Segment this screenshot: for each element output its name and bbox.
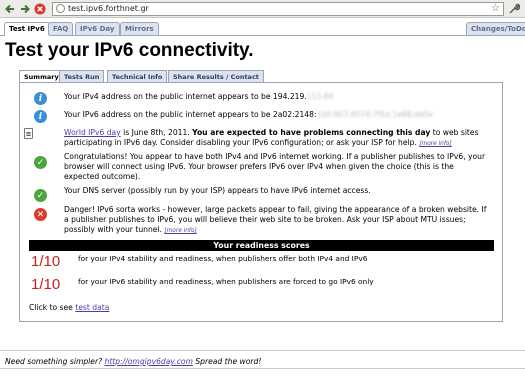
tools-icon[interactable] [506,2,522,16]
ipv4-label: Your IPv4 address on the public internet… [64,92,307,101]
ipv6-day-text: World IPv6 day is June 8th, 2011. You ar… [64,128,488,149]
ipv4-hidden: 113.84 [306,92,334,101]
info-icon: i [34,92,47,105]
danger-message: Danger! IPv6 sorta works - however, larg… [64,205,487,234]
tab-ipv6-day[interactable]: IPv6 Day [75,22,120,35]
more-info-link[interactable]: [more info] [419,141,451,147]
test-data-line: Click to see test data [29,303,109,312]
ipv6-day-date: is June 8th, 2011. [120,128,193,137]
tab-tests-run[interactable]: Tests Run [59,70,105,82]
ipv6-text: Your IPv6 address on the public internet… [64,110,488,120]
page-title: Test your IPv6 connectivity. [5,40,254,61]
tab-mirrors[interactable]: Mirrors [120,22,159,35]
site-nav-tabs: Test IPv6 FAQ IPv6 Day Mirrors Changes/T… [0,19,525,36]
tab-technical-info[interactable]: Technical Info [107,70,168,82]
page-icon [56,4,65,13]
ipv4-text: Your IPv4 address on the public internet… [64,92,488,102]
url-text[interactable]: test.ipv6.forthnet.gr [68,4,491,13]
test-data-link[interactable]: test data [75,303,109,312]
back-arrow-icon[interactable] [3,2,17,16]
congrats-text: Congratulations! You appear to have both… [64,152,486,181]
bookmark-star-icon[interactable]: ☆ [491,3,500,14]
ipv4-score: 1/10 [31,253,61,270]
readiness-scores-header: Your readiness scores [29,240,494,251]
world-ipv6-day-link[interactable]: World IPv6 day [64,128,121,137]
browser-toolbar: test.ipv6.forthnet.gr ☆ [0,0,525,18]
stop-icon[interactable] [33,2,47,16]
footer: Need something simpler? http://omgipv6da… [0,350,525,367]
tab-faq[interactable]: FAQ [48,22,74,35]
ipv6-day-warning: You are expected to have problems connec… [192,128,431,137]
ipv6-hidden: 100:907:4574:7f5d:1e88:da5e [316,110,433,119]
ipv6-label: Your IPv6 address on the public internet… [64,110,317,119]
dns-text: Your DNS server (possibly run by your IS… [64,186,371,195]
check-icon: ✓ [34,189,47,202]
omgipv6day-link[interactable]: http://omgipv6day.com [105,357,193,366]
address-bar[interactable]: test.ipv6.forthnet.gr ☆ [52,1,504,16]
check-icon: ✓ [34,156,47,169]
info-icon: i [34,110,47,123]
footer-suffix: Spread the word! [192,357,262,366]
footer-prefix: Need something simpler? [5,357,105,366]
tab-test-ipv6[interactable]: Test IPv6 [4,22,50,36]
danger-text: Danger! IPv6 sorta works - however, larg… [64,205,488,236]
tab-share-results[interactable]: Share Results / Contact [168,70,264,82]
more-info-link[interactable]: [more info] [164,228,196,234]
test-data-prefix: Click to see [29,303,76,312]
ipv4-score-text: for your IPv4 stability and readiness, w… [78,254,368,263]
ipv6-score-text: for your IPv6 stability and readiness, w… [78,277,374,286]
tab-changes-todo[interactable]: Changes/ToDo [466,22,525,35]
forward-arrow-icon[interactable] [18,2,32,16]
footer-divider [0,368,525,369]
error-icon: ✕ [34,208,47,221]
ipv6-score: 1/10 [31,276,61,293]
document-icon: ≡ [24,128,33,139]
